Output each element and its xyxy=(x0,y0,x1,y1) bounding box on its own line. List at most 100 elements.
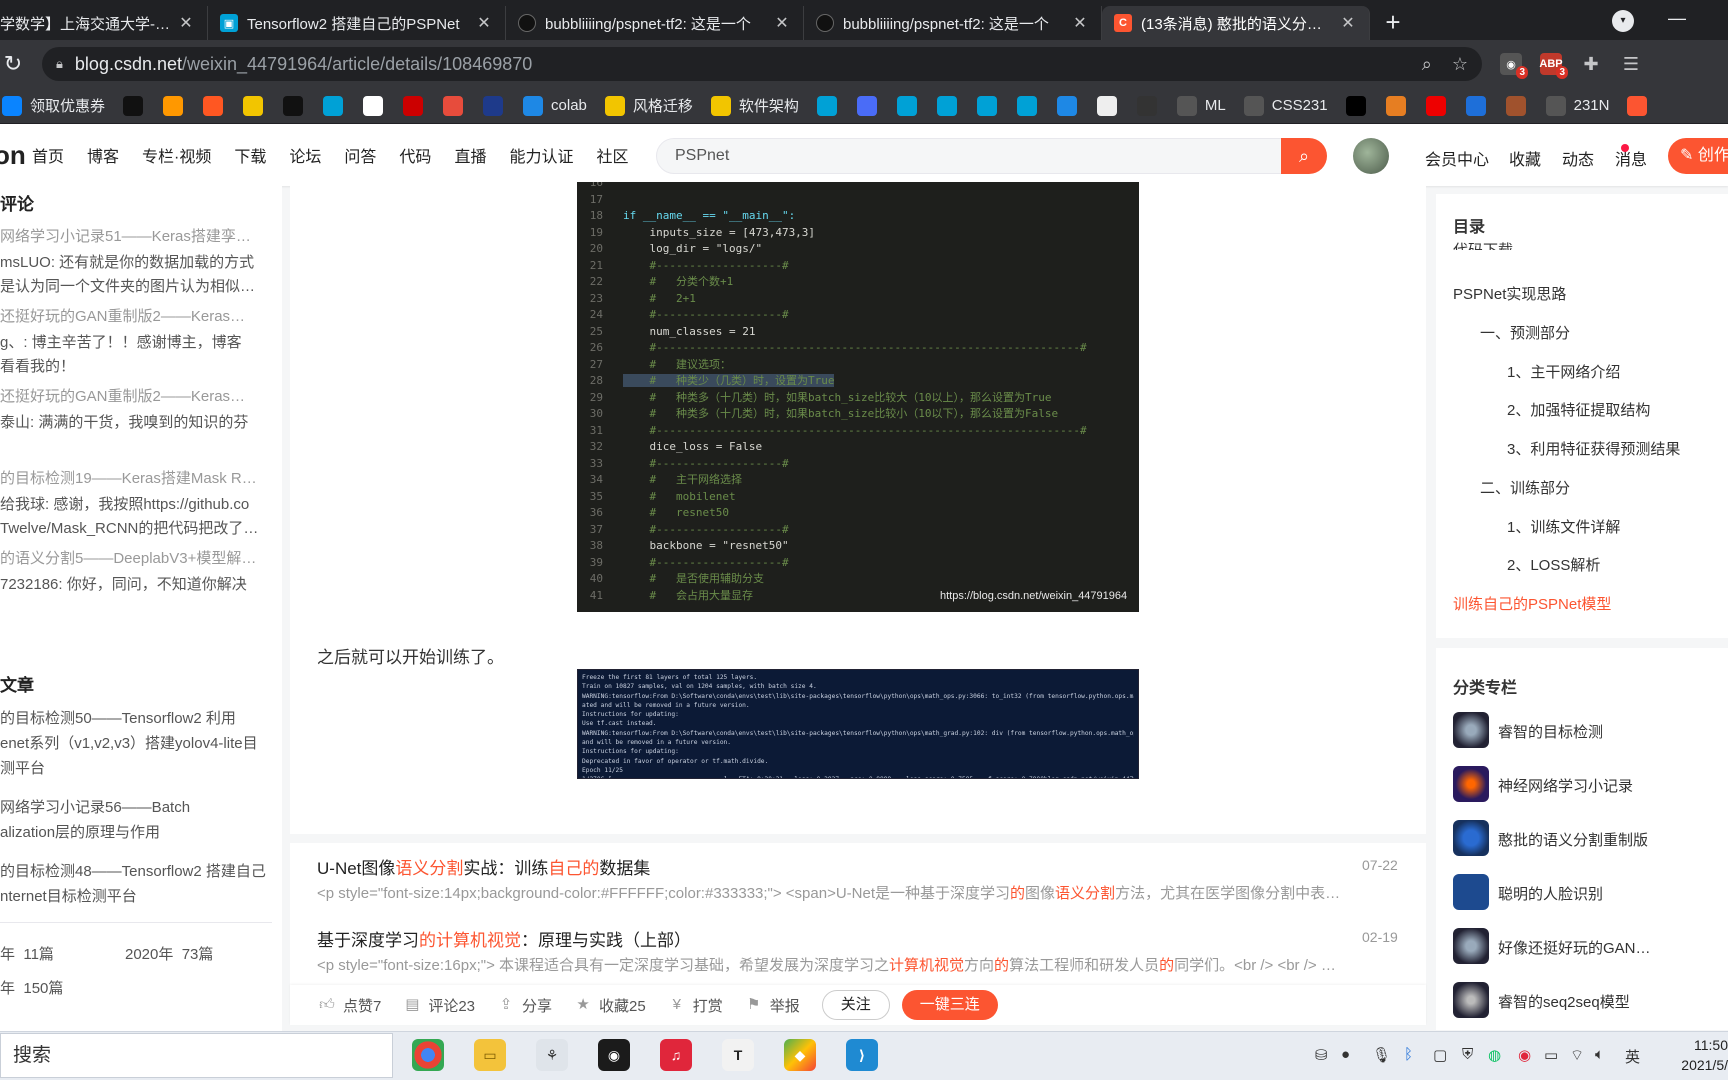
recent-article-line[interactable]: 的目标检测48——Tensorflow2 搭建自己 xyxy=(0,859,272,884)
toc-item[interactable]: 训练自己的PSPNet模型 xyxy=(1453,593,1611,614)
bookmark-item[interactable] xyxy=(816,95,845,116)
bookmark-item[interactable] xyxy=(1345,95,1374,116)
adblock-icon[interactable]: ABP 3 xyxy=(1539,53,1568,79)
bookmark-item[interactable] xyxy=(123,95,151,116)
bookmark-item[interactable] xyxy=(1505,95,1534,116)
toc-item[interactable]: 一、预测部分 xyxy=(1480,322,1570,343)
bookmark-item[interactable]: 领取优惠券 xyxy=(2,95,105,116)
comment-article[interactable]: 还挺好玩的GAN重制版2——Keras… xyxy=(0,304,270,329)
volume-icon[interactable]: 🔈︎ xyxy=(1595,1046,1604,1063)
bookmark-item[interactable] xyxy=(936,95,965,116)
column-cover-icon[interactable] xyxy=(1453,766,1489,802)
browser-tab[interactable]: bubbliiiing/pspnet-tf2: 这是一个 ✕ xyxy=(804,6,1102,40)
bookmark-item[interactable] xyxy=(896,95,925,116)
bookmark-item[interactable]: CSS231 xyxy=(1243,95,1328,116)
browser-tab[interactable]: ▣ Tensorflow2 搭建自己的PSPNet ✕ xyxy=(208,6,506,40)
nav-blog[interactable]: 博客 xyxy=(87,143,119,167)
minimize-icon[interactable]: — xyxy=(1668,8,1686,29)
bookmark-item[interactable] xyxy=(243,95,271,116)
bookmark-item[interactable] xyxy=(323,95,351,116)
browser-tab[interactable]: 学数学】上海交通大学-乐经 ✕ xyxy=(0,6,208,40)
browser-tab-active[interactable]: C (13条消息) 憨批的语义分割重制版 ✕ xyxy=(1102,6,1370,40)
bookmark-item[interactable] xyxy=(1425,95,1454,116)
column-cover-icon[interactable] xyxy=(1453,928,1489,964)
netease-music-icon[interactable]: ♫ xyxy=(660,1039,692,1071)
bookmark-item[interactable] xyxy=(1016,95,1045,116)
bluetooth-icon[interactable]: ᛒ xyxy=(1404,1046,1413,1063)
close-tab-icon[interactable]: ✕ xyxy=(773,13,791,33)
nav-favorites[interactable]: 收藏 xyxy=(1509,146,1541,170)
microphone-icon[interactable]: 🎙︎ xyxy=(1372,1046,1391,1064)
column-name[interactable]: 憨批的语义分割重制版 xyxy=(1498,829,1648,850)
bookmark-item[interactable] xyxy=(1627,95,1655,116)
bookmark-star-icon[interactable]: ☆ xyxy=(1452,54,1468,75)
comment-article[interactable]: 网络学习小记录51——Keras搭建孪… xyxy=(0,224,270,249)
bookmark-item[interactable]: ML xyxy=(1176,95,1226,116)
taskbar-search[interactable]: 搜索 xyxy=(0,1033,393,1078)
archive-item[interactable]: 年 150篇 xyxy=(0,976,120,1001)
comment-button[interactable]: ▤ 评论23 xyxy=(403,995,475,1016)
nav-qa[interactable]: 问答 xyxy=(344,143,376,167)
recent-article-line[interactable]: 的目标检测50——Tensorflow2 利用 xyxy=(0,706,272,731)
file-explorer-icon[interactable]: ▭ xyxy=(474,1039,506,1071)
recent-article-line[interactable]: 网络学习小记录56——Batch xyxy=(0,795,272,820)
comment-article[interactable]: 还挺好玩的GAN重制版2——Keras… xyxy=(0,384,270,409)
shield-icon[interactable]: ⛨ xyxy=(1462,1046,1473,1063)
bookmark-item[interactable] xyxy=(1385,95,1414,116)
recent-article-line[interactable]: enet系列（v1,v2,v3）搭建yolov4-lite目 xyxy=(0,731,272,756)
csdn-logo[interactable]: on xyxy=(0,140,32,171)
follow-button[interactable]: 关注 xyxy=(821,990,890,1020)
bookmark-item[interactable] xyxy=(1056,95,1085,116)
nav-home[interactable]: 首页 xyxy=(32,143,64,167)
bookmark-item[interactable] xyxy=(363,95,391,116)
bookmark-item[interactable]: 231N xyxy=(1545,95,1609,116)
column-cover-icon[interactable] xyxy=(1453,712,1489,748)
comment-article[interactable]: 的目标检测19——Keras搭建Mask R… xyxy=(0,466,270,491)
recent-article-line[interactable]: alization层的原理与作用 xyxy=(0,820,272,845)
clock[interactable]: 11:50 2021/5/ xyxy=(1660,1035,1728,1075)
close-tab-icon[interactable]: ✕ xyxy=(1339,13,1357,33)
close-tab-icon[interactable]: ✕ xyxy=(1071,13,1089,33)
nav-vip-center[interactable]: 会员中心 xyxy=(1425,146,1489,170)
bookmark-item[interactable] xyxy=(283,95,311,116)
bookmark-item[interactable] xyxy=(403,95,431,116)
column-name[interactable]: 神经网络学习小记录 xyxy=(1498,775,1633,796)
omnibox[interactable]: 🔒︎ blog.csdn.net/weixin_44791964/article… xyxy=(42,47,1482,81)
nav-code[interactable]: 代码 xyxy=(399,143,431,167)
reading-list-icon[interactable]: ☰ xyxy=(1620,53,1642,75)
obs-icon[interactable]: ◉ xyxy=(598,1039,630,1071)
avatar[interactable] xyxy=(1353,138,1389,174)
zoom-icon[interactable]: ⌕ xyxy=(1422,54,1432,75)
netease-tray-icon[interactable]: ◉ xyxy=(1518,1046,1531,1064)
column-cover-icon[interactable] xyxy=(1453,874,1489,910)
toc-item[interactable]: 代码下载 xyxy=(1453,240,1513,250)
report-button[interactable]: ⚑ 举报 xyxy=(745,995,800,1016)
nav-download[interactable]: 下载 xyxy=(234,143,266,167)
wechat-icon[interactable]: ◍ xyxy=(1488,1046,1501,1064)
column-cover-icon[interactable] xyxy=(1453,982,1489,1018)
bookmark-item[interactable] xyxy=(203,95,231,116)
nav-live[interactable]: 直播 xyxy=(454,143,486,167)
reward-button[interactable]: ¥ 打赏 xyxy=(668,995,723,1016)
bookmark-item[interactable] xyxy=(1465,95,1494,116)
bookmark-item[interactable] xyxy=(443,95,471,116)
extension-icon[interactable]: ◉ 3 xyxy=(1500,53,1528,79)
bookmark-item[interactable]: colab xyxy=(523,95,587,116)
bookmark-item[interactable] xyxy=(483,95,511,116)
nav-forum[interactable]: 论坛 xyxy=(289,143,321,167)
like-button[interactable]: 👍︎ 点赞7 xyxy=(318,995,381,1016)
puzzle-icon[interactable]: ✚ xyxy=(1580,53,1602,75)
recent-article-line[interactable]: 测平台 xyxy=(0,756,272,781)
nav-activity[interactable]: 动态 xyxy=(1562,146,1594,170)
url-text[interactable]: blog.csdn.net/weixin_44791964/article/de… xyxy=(75,54,1402,75)
toc-item[interactable]: 二、训练部分 xyxy=(1480,477,1570,498)
comment-article[interactable]: 的语义分割5——DeeplabV3+模型解… xyxy=(0,546,270,571)
nav-column-video[interactable]: 专栏·视频 xyxy=(142,143,211,167)
new-tab-button[interactable]: + xyxy=(1370,6,1416,40)
toc-item[interactable]: 1、训练文件详解 xyxy=(1507,516,1620,537)
column-name[interactable]: 睿智的目标检测 xyxy=(1498,721,1603,742)
ime-indicator[interactable]: 英 xyxy=(1625,1046,1640,1067)
archive-item[interactable]: 2020年 73篇 xyxy=(125,942,245,967)
toc-item[interactable]: 3、利用特征获得预测结果 xyxy=(1507,438,1680,459)
column-name[interactable]: 好像还挺好玩的GAN… xyxy=(1498,937,1651,958)
